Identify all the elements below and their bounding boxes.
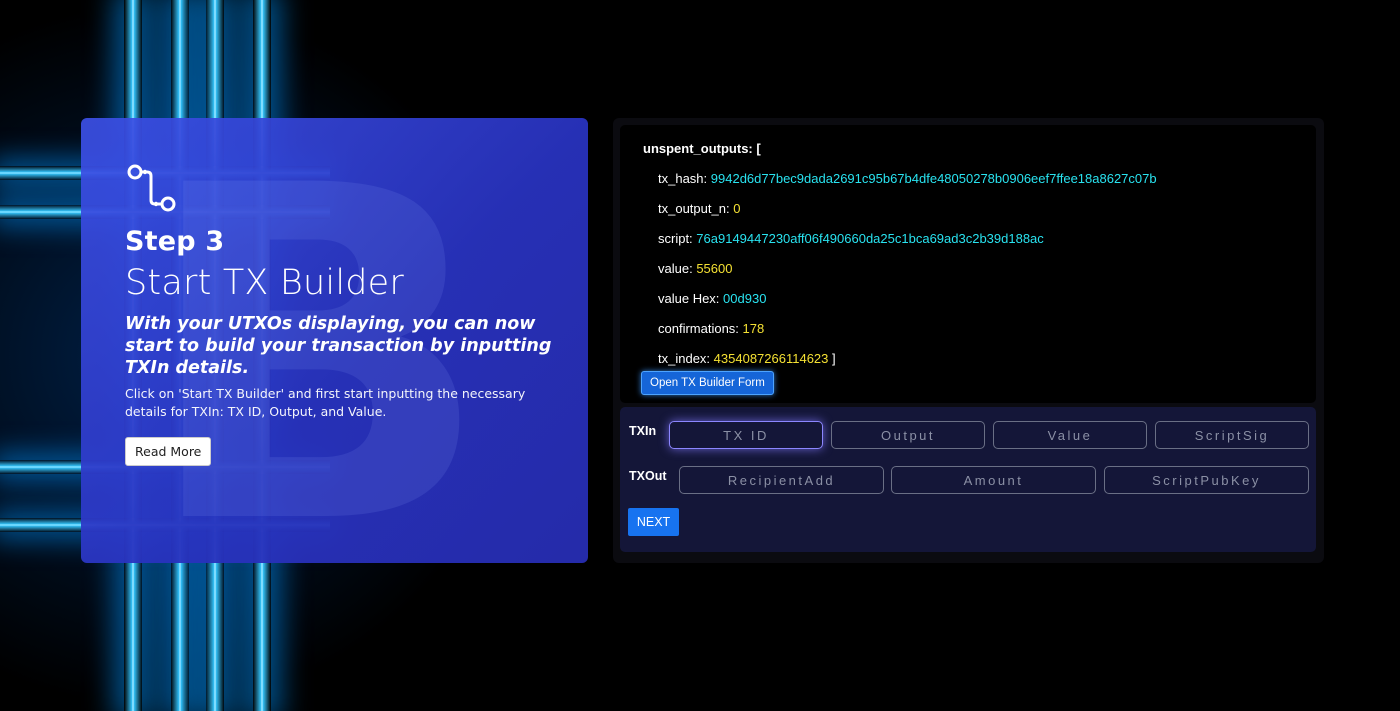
- utxo-line-value: value: 55600: [658, 261, 733, 276]
- step-label: Step 3: [125, 226, 225, 257]
- utxo-line-tx-index: tx_index: 4354087266114623 ]: [658, 351, 836, 366]
- utxo-line-value-hex: value Hex: 00d930: [658, 291, 767, 306]
- txin-scriptsig-input[interactable]: ScriptSig: [1155, 421, 1309, 449]
- txin-label: TXIn: [629, 424, 657, 438]
- open-tx-builder-form-button[interactable]: Open TX Builder Form: [641, 371, 774, 395]
- txout-amount-input[interactable]: Amount: [891, 466, 1096, 494]
- utxo-line-script: script: 76a9149447230aff06f490660da25c1b…: [658, 231, 1044, 246]
- unspent-outputs-box: unspent_outputs: [ tx_hash: 9942d6d77bec…: [620, 125, 1316, 403]
- utxo-line-confirmations: confirmations: 178: [658, 321, 765, 336]
- step-lead: With your UTXOs displaying, you can now …: [125, 314, 552, 378]
- tx-builder-panel: unspent_outputs: [ tx_hash: 9942d6d77bec…: [613, 118, 1324, 563]
- utxo-line-tx-output-n: tx_output_n: 0: [658, 201, 741, 216]
- txout-scriptpubkey-input[interactable]: ScriptPubKey: [1104, 466, 1309, 494]
- txin-value-input[interactable]: Value: [993, 421, 1147, 449]
- step-title: Start TX Builder: [125, 263, 404, 303]
- tx-builder-form: TXIn TX ID Output Value ScriptSig TXOut …: [620, 407, 1316, 552]
- txin-tx-id-input[interactable]: TX ID: [669, 421, 823, 449]
- step-card: B Step 3 Start TX Builder With your UTXO…: [81, 118, 588, 563]
- utxo-line-tx-hash: tx_hash: 9942d6d77bec9dada2691c95b67b4df…: [658, 171, 1157, 186]
- next-button[interactable]: NEXT: [628, 508, 679, 536]
- read-more-button[interactable]: Read More: [125, 437, 212, 466]
- txout-label: TXOut: [629, 469, 667, 483]
- txin-output-input[interactable]: Output: [831, 421, 985, 449]
- txout-recipient-input[interactable]: RecipientAdd: [679, 466, 884, 494]
- route-icon: [127, 164, 176, 212]
- step-description: Click on 'Start TX Builder' and first st…: [125, 386, 526, 419]
- unspent-outputs-header: unspent_outputs: [: [643, 141, 761, 156]
